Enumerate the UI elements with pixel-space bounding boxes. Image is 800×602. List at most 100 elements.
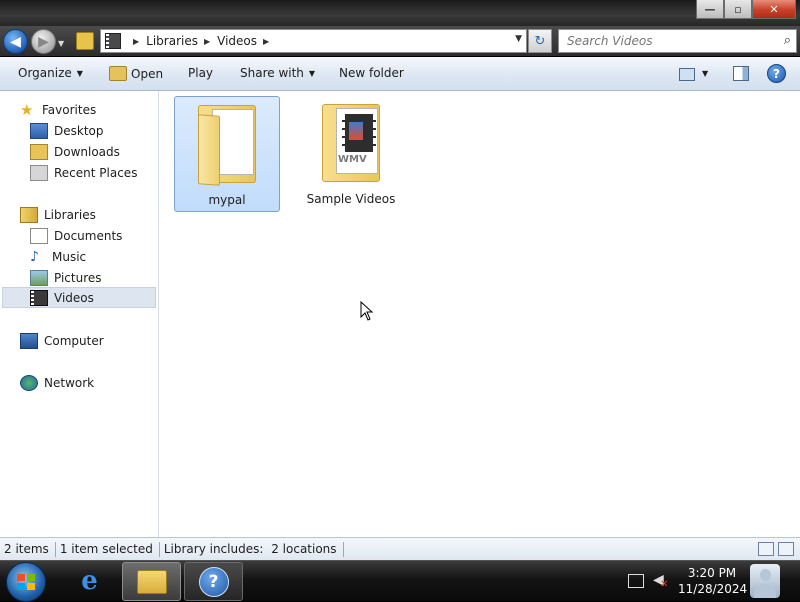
address-dropdown-icon[interactable]: ▼ xyxy=(515,34,522,44)
start-button[interactable] xyxy=(6,562,46,602)
change-view-icon[interactable] xyxy=(679,68,695,81)
folder-up-icon[interactable] xyxy=(76,32,94,50)
libraries-icon xyxy=(20,206,38,223)
file-list[interactable]: mypal WMV Sample Videos xyxy=(159,91,800,537)
nav-music-label: Music xyxy=(52,249,87,264)
search-icon[interactable]: ⌕ xyxy=(784,33,791,48)
clock-date: 11/28/2024 xyxy=(678,582,748,596)
details-view-icon[interactable] xyxy=(758,542,774,556)
breadcrumb-videos[interactable]: Videos ▶ xyxy=(217,34,276,48)
folder-item-sample-videos[interactable]: WMV Sample Videos xyxy=(299,96,403,210)
nav-recent-places-label: Recent Places xyxy=(54,165,138,180)
video-folder-icon: WMV xyxy=(318,100,384,184)
nav-documents[interactable]: Documents xyxy=(30,225,122,246)
open-button[interactable]: Open xyxy=(109,66,163,81)
nav-desktop-label: Desktop xyxy=(54,123,104,138)
navigation-pane: ★ Favorites Desktop Downloads Recent Pla… xyxy=(0,91,159,537)
view-options-dropdown-icon[interactable]: ▼ xyxy=(702,69,708,78)
preview-pane-icon[interactable] xyxy=(733,66,749,81)
nav-videos[interactable]: Videos xyxy=(2,287,156,308)
nav-favorites[interactable]: ★ Favorites xyxy=(20,99,96,120)
chevron-right-icon[interactable]: ▶ xyxy=(263,37,269,46)
help-icon[interactable]: ? xyxy=(767,64,786,83)
command-bar: Organize ▼ Open Play Share with ▼ New fo… xyxy=(0,57,800,91)
search-input[interactable] xyxy=(565,33,769,49)
open-folder-icon xyxy=(109,66,127,81)
downloads-icon xyxy=(30,143,48,160)
taskbar-internet-explorer[interactable]: e xyxy=(61,562,118,599)
play-label: Play xyxy=(188,66,214,80)
user-avatar-icon[interactable] xyxy=(750,564,780,598)
star-icon: ★ xyxy=(20,100,34,119)
status-view-buttons xyxy=(754,542,794,556)
breadcrumb-libraries[interactable]: Libraries ▶ xyxy=(146,34,217,48)
search-box: ⌕ xyxy=(558,29,797,53)
taskbar-windows-explorer[interactable] xyxy=(122,562,181,601)
videos-icon xyxy=(30,289,48,306)
nav-libraries-label: Libraries xyxy=(44,207,96,222)
chevron-down-icon: ▼ xyxy=(76,68,83,78)
forward-button[interactable]: ▶ xyxy=(31,29,56,54)
computer-icon xyxy=(20,332,38,349)
windows-explorer-icon xyxy=(136,569,167,594)
share-with-button[interactable]: Share with ▼ xyxy=(240,66,315,80)
nav-downloads[interactable]: Downloads xyxy=(30,141,120,162)
organize-button[interactable]: Organize ▼ xyxy=(18,66,83,80)
open-label: Open xyxy=(131,66,164,81)
back-button[interactable]: ◀ xyxy=(3,29,28,54)
breadcrumb-libraries-label: Libraries xyxy=(146,34,198,48)
documents-icon xyxy=(30,227,48,244)
back-arrow-icon: ◀ xyxy=(10,33,21,50)
nav-music[interactable]: ♪ Music xyxy=(30,246,86,267)
wmv-badge: WMV xyxy=(338,154,367,165)
nav-network[interactable]: Network xyxy=(20,372,94,393)
library-locations-label: Library includes: xyxy=(163,542,264,556)
recent-pages-dropdown[interactable]: ▼ xyxy=(58,39,64,48)
music-note-icon: ♪ xyxy=(30,248,39,265)
folder-icon xyxy=(194,101,260,186)
clock[interactable]: 3:20 PM 11/28/2024 xyxy=(678,565,748,597)
nav-documents-label: Documents xyxy=(54,228,123,243)
chevron-right-icon[interactable]: ▶ xyxy=(204,37,210,46)
minimize-button[interactable]: — xyxy=(696,0,724,19)
pictures-icon xyxy=(30,269,48,286)
item-count: 2 items xyxy=(0,542,56,557)
internet-explorer-icon: e xyxy=(81,565,98,596)
breadcrumb-root-arrow[interactable]: ▶ xyxy=(127,37,146,46)
close-button[interactable]: ✕ xyxy=(752,0,796,19)
network-tray-icon[interactable] xyxy=(628,574,644,588)
nav-desktop[interactable]: Desktop xyxy=(30,120,104,141)
breadcrumb-videos-label: Videos xyxy=(217,34,258,48)
nav-libraries[interactable]: Libraries xyxy=(20,204,96,225)
nav-recent-places[interactable]: Recent Places xyxy=(30,162,137,183)
maximize-button[interactable]: ▫ xyxy=(724,0,752,19)
mouse-cursor-icon xyxy=(360,300,374,324)
selection-count: 1 item selected xyxy=(56,542,160,557)
nav-downloads-label: Downloads xyxy=(54,144,120,159)
folder-item-mypal[interactable]: mypal xyxy=(174,96,280,212)
large-icons-view-icon[interactable] xyxy=(778,542,794,556)
desktop-icon xyxy=(30,122,48,139)
filmstrip-icon xyxy=(342,114,376,152)
forward-arrow-icon: ▶ xyxy=(38,33,49,50)
videos-library-icon xyxy=(105,33,121,49)
clock-time: 3:20 PM xyxy=(687,566,737,580)
library-locations[interactable]: Library includes: 2 locations xyxy=(160,542,344,557)
nav-computer[interactable]: Computer xyxy=(20,330,104,351)
refresh-button[interactable]: ↻ xyxy=(528,29,552,53)
help-icon: ? xyxy=(198,566,229,597)
folder-name: mypal xyxy=(208,193,246,207)
nav-computer-label: Computer xyxy=(44,333,104,348)
nav-pictures[interactable]: Pictures xyxy=(30,267,102,288)
taskbar-help-and-support[interactable]: ? xyxy=(184,562,243,601)
nav-favorites-label: Favorites xyxy=(42,102,97,117)
title-bar: — ▫ ✕ xyxy=(0,0,800,26)
play-button[interactable]: Play xyxy=(188,66,213,80)
network-icon xyxy=(20,374,38,391)
address-bar[interactable]: ▶ Libraries ▶ Videos ▶ ▼ xyxy=(100,29,527,53)
share-with-label: Share with xyxy=(240,66,304,80)
organize-label: Organize xyxy=(18,66,72,80)
windows-logo-icon xyxy=(17,574,35,590)
folder-name: Sample Videos xyxy=(306,192,396,206)
new-folder-button[interactable]: New folder xyxy=(339,66,404,80)
